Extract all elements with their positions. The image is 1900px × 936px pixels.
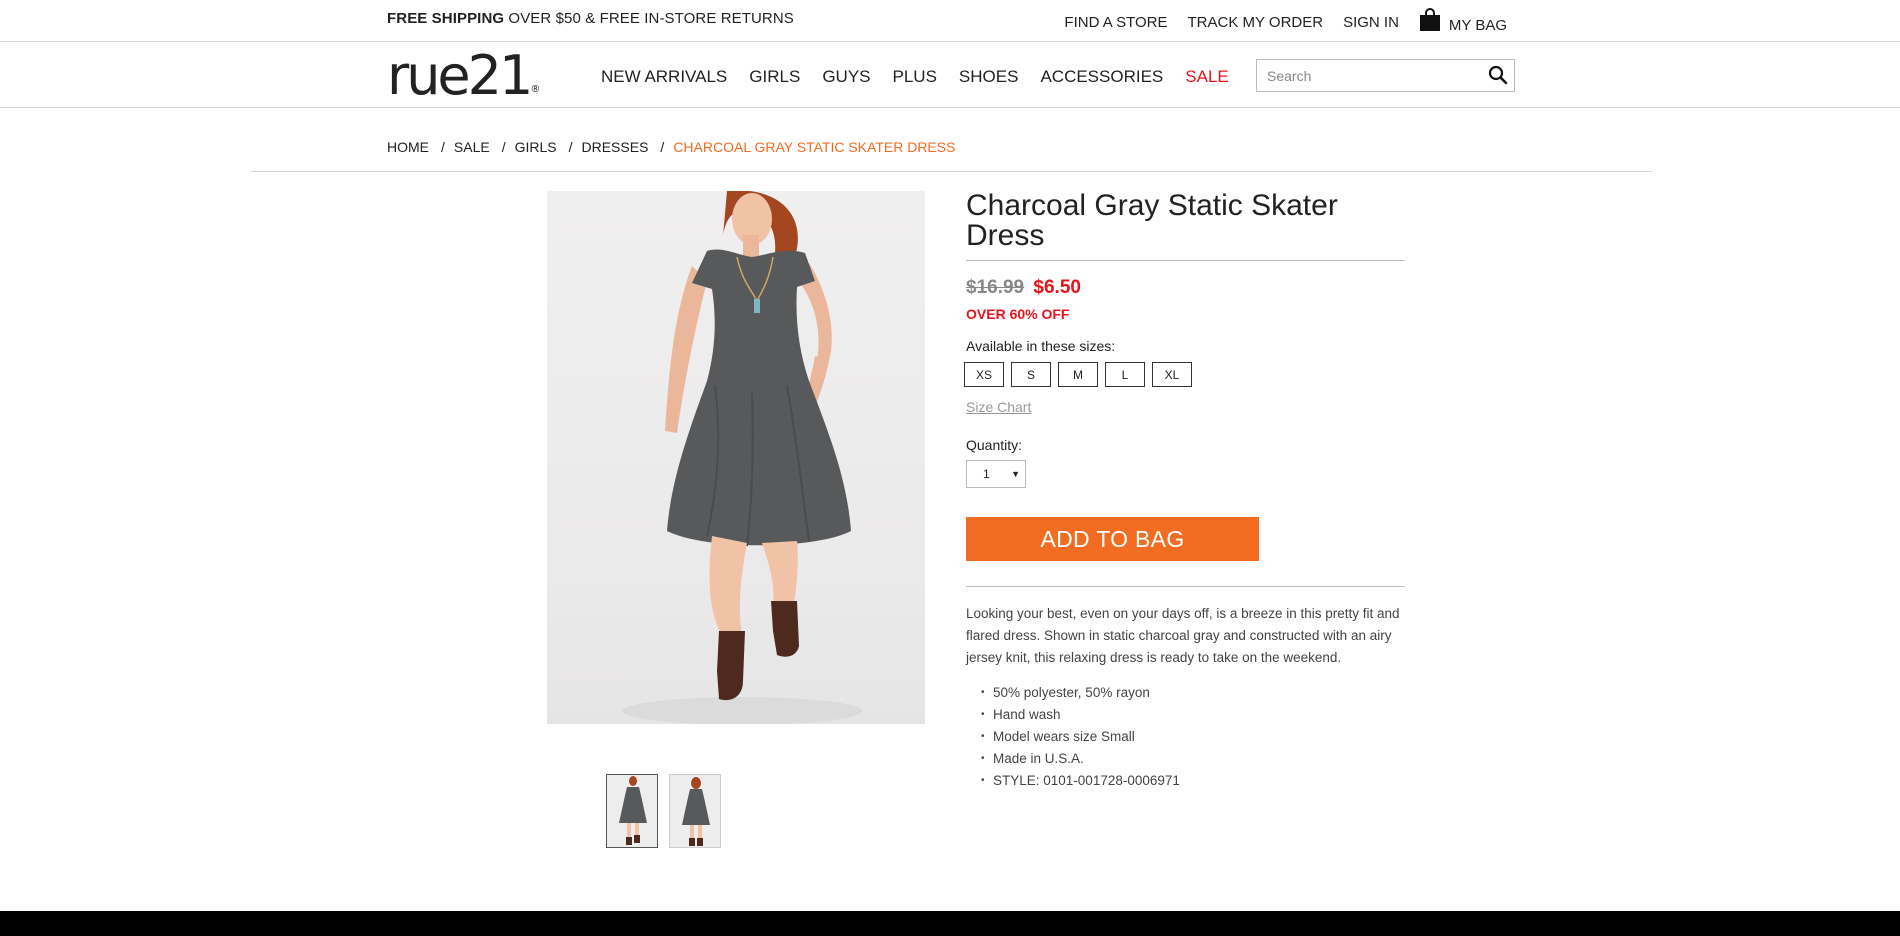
thumbnail-back-image (682, 777, 710, 846)
breadcrumb-separator: / (441, 139, 445, 155)
my-bag-link[interactable]: MY BAG (1419, 8, 1507, 34)
promo-text: OVER $50 & FREE IN-STORE RETURNS (504, 10, 794, 27)
size-chart-link[interactable]: Size Chart (966, 399, 1031, 415)
dropdown-arrow-icon: ▼ (1011, 469, 1020, 479)
detail-item: Model wears size Small (966, 726, 1405, 748)
breadcrumb-girls[interactable]: GIRLS (515, 139, 557, 155)
product-details-list: 50% polyester, 50% rayon Hand wash Model… (966, 682, 1405, 792)
thumbnail-front-image (619, 776, 647, 845)
main-header: rue21® NEW ARRIVALS GIRLS GUYS PLUS SHOE… (0, 42, 1900, 108)
size-option-xl[interactable]: XL (1152, 362, 1192, 387)
breadcrumb-separator: / (501, 139, 506, 155)
promo-bold-text: FREE SHIPPING (387, 10, 505, 27)
free-shipping-promo[interactable]: FREE SHIPPING OVER $50 & FREE IN-STORE R… (387, 10, 794, 27)
breadcrumb-separator: / (660, 139, 665, 155)
shopping-bag-icon (1419, 8, 1440, 31)
nav-new-arrivals[interactable]: NEW ARRIVALS (601, 67, 727, 87)
size-selector: XS S M L XL (964, 362, 1405, 387)
nav-shoes[interactable]: SHOES (959, 67, 1019, 87)
breadcrumb-current: CHARCOAL GRAY STATIC SKATER DRESS (673, 139, 956, 155)
main-nav: NEW ARRIVALS GIRLS GUYS PLUS SHOES ACCES… (601, 67, 1251, 87)
thumbnail-back[interactable] (669, 774, 721, 848)
size-option-l[interactable]: L (1105, 362, 1145, 387)
size-option-xs[interactable]: XS (964, 362, 1004, 387)
description-divider (966, 586, 1405, 587)
size-option-s[interactable]: S (1011, 362, 1051, 387)
sign-in-link[interactable]: SIGN IN (1343, 14, 1399, 31)
detail-item: 50% polyester, 50% rayon (966, 682, 1405, 704)
thumbnail-strip (606, 774, 732, 848)
breadcrumb-dresses[interactable]: DRESSES (582, 139, 649, 155)
search-input[interactable] (1257, 60, 1477, 91)
breadcrumb-separator: / (568, 139, 573, 155)
breadcrumb-sale[interactable]: SALE (454, 139, 490, 155)
registered-mark: ® (530, 84, 541, 95)
product-description: Looking your best, even on your days off… (966, 606, 1400, 665)
nav-guys[interactable]: GUYS (822, 67, 870, 87)
sizes-label: Available in these sizes: (966, 338, 1116, 354)
breadcrumb-home[interactable]: HOME (387, 139, 429, 155)
logo-text: rue21 (387, 44, 533, 107)
sale-price: $6.50 (1033, 277, 1081, 298)
utility-links: FIND A STORE TRACK MY ORDER SIGN IN MY B… (1044, 8, 1507, 34)
detail-item: Hand wash (966, 704, 1405, 726)
original-price: $16.99 (966, 277, 1025, 298)
add-to-bag-button[interactable]: ADD TO BAG (966, 517, 1259, 561)
price-block: $16.99 $6.50 (966, 277, 1405, 299)
quantity-select[interactable]: 1 ▼ (966, 460, 1026, 488)
nav-accessories[interactable]: ACCESSORIES (1040, 67, 1163, 87)
nav-plus[interactable]: PLUS (893, 67, 937, 87)
nav-sale[interactable]: SALE (1185, 67, 1228, 87)
discount-badge: OVER 60% OFF (966, 306, 1070, 322)
rue21-logo[interactable]: rue21® (387, 46, 540, 122)
my-bag-label: MY BAG (1448, 17, 1507, 34)
search-icon[interactable] (1488, 65, 1508, 85)
thumbnail-front[interactable] (606, 774, 658, 848)
detail-item: STYLE: 0101-001728-0006971 (966, 770, 1405, 792)
breadcrumb-divider (251, 171, 1652, 172)
find-store-link[interactable]: FIND A STORE (1064, 14, 1167, 31)
breadcrumb: HOME / SALE / GIRLS / DRESSES / CHARCOAL… (387, 139, 955, 155)
product-info: Charcoal Gray Static Skater Dress $16.99… (964, 191, 1405, 792)
quantity-label: Quantity: (966, 437, 1023, 453)
utility-bar: FREE SHIPPING OVER $50 & FREE IN-STORE R… (0, 0, 1900, 42)
detail-item: Made in U.S.A. (966, 748, 1405, 770)
model-photo (622, 191, 862, 724)
track-order-link[interactable]: TRACK MY ORDER (1188, 14, 1324, 31)
product-main-image[interactable] (547, 191, 925, 724)
quantity-value: 1 (983, 467, 990, 481)
product-title: Charcoal Gray Static Skater Dress (966, 191, 1405, 261)
footer-bar (0, 911, 1900, 936)
search-box (1256, 59, 1515, 92)
nav-girls[interactable]: GIRLS (749, 67, 800, 87)
size-option-m[interactable]: M (1058, 362, 1098, 387)
